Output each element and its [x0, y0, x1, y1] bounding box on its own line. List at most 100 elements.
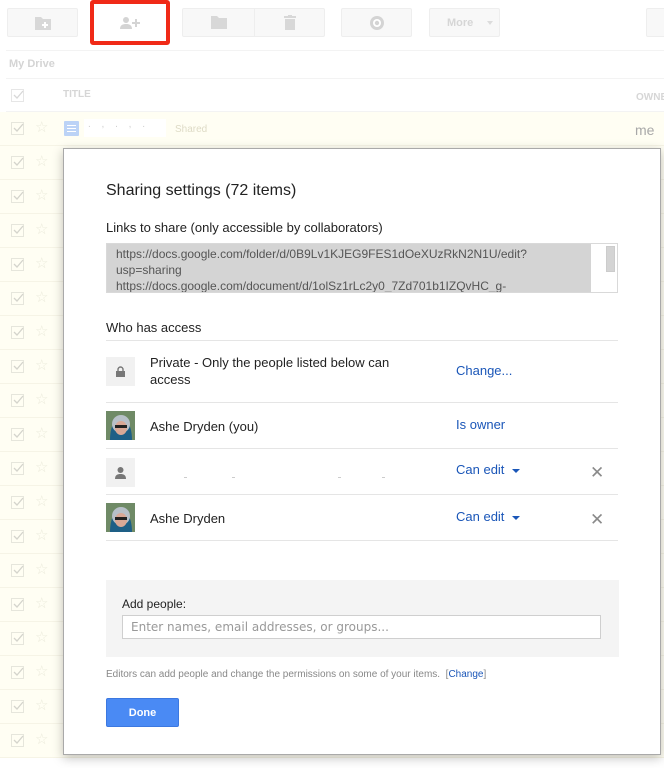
star-icon[interactable]: ☆	[35, 494, 48, 509]
row-checkbox[interactable]	[11, 700, 24, 718]
star-icon[interactable]: ☆	[35, 630, 48, 645]
links-textarea[interactable]: https://docs.google.com/folder/d/0B9Lv1K…	[106, 243, 618, 293]
star-icon[interactable]: ☆	[35, 154, 48, 169]
star-icon[interactable]: ☆	[35, 426, 48, 441]
links-label: Links to share (only accessible by colla…	[106, 220, 383, 235]
editor-permissions-hint: Editors can add people and change the pe…	[106, 669, 487, 680]
permission-label: Can edit	[456, 509, 505, 524]
access-row-person: Can edit ✕	[106, 449, 618, 495]
preview-button[interactable]	[341, 8, 412, 37]
star-icon[interactable]: ☆	[35, 256, 48, 271]
hint-text: Editors can add people and change the pe…	[106, 669, 441, 680]
star-icon[interactable]: ☆	[35, 664, 48, 679]
caret-down-icon	[512, 515, 521, 520]
more-label: More	[447, 16, 474, 29]
access-row-person: Ashe Dryden (you) Is owner	[106, 403, 618, 449]
row-checkbox[interactable]	[11, 224, 24, 242]
star-icon[interactable]: ☆	[35, 324, 48, 339]
file-row[interactable]: ☆ . , . , . Shared me	[0, 112, 664, 146]
drive-toolbar: More	[0, 0, 664, 50]
trash-icon	[283, 15, 296, 30]
row-checkbox[interactable]	[11, 156, 24, 174]
row-checkbox[interactable]	[11, 258, 24, 276]
select-all-checkbox[interactable]	[11, 89, 24, 107]
permission-label: Can edit	[456, 462, 505, 477]
row-checkbox[interactable]	[11, 462, 24, 480]
star-icon[interactable]: ☆	[35, 460, 48, 475]
star-icon[interactable]: ☆	[35, 698, 48, 713]
change-visibility-link[interactable]: Change...	[456, 363, 512, 378]
add-people-label: Add people:	[122, 597, 187, 611]
row-checkbox[interactable]	[11, 326, 24, 344]
visibility-text: Private - Only the people listed below c…	[150, 355, 390, 387]
avatar	[106, 411, 135, 440]
row-checkbox[interactable]	[11, 428, 24, 446]
dialog-title: Sharing settings (72 items)	[106, 182, 297, 199]
star-icon[interactable]: ☆	[35, 732, 48, 747]
file-name[interactable]: . , . , .	[84, 119, 166, 137]
share-button[interactable]	[94, 4, 166, 41]
person-add-icon	[120, 16, 140, 29]
document-icon	[64, 121, 79, 136]
permission-dropdown[interactable]: Can edit	[456, 462, 521, 477]
toolbar-right-button[interactable]	[646, 8, 664, 37]
role-label: Is owner	[456, 417, 506, 432]
column-header-owner[interactable]: OWNE	[636, 92, 664, 103]
eye-icon	[369, 15, 384, 30]
row-checkbox[interactable]	[11, 666, 24, 684]
person-icon-box	[106, 458, 135, 487]
owner-cell: me	[635, 122, 655, 138]
remove-person-button[interactable]: ✕	[590, 464, 604, 481]
star-icon[interactable]: ☆	[35, 358, 48, 373]
redacted-email	[150, 477, 450, 478]
toolbar-divider	[6, 50, 664, 51]
permission-dropdown[interactable]: Can edit	[456, 509, 521, 524]
links-text[interactable]: https://docs.google.com/folder/d/0B9Lv1K…	[107, 244, 591, 292]
row-checkbox[interactable]	[11, 734, 24, 752]
row-checkbox[interactable]	[11, 190, 24, 208]
row-checkbox[interactable]	[11, 360, 24, 378]
add-people-input[interactable]	[122, 615, 601, 639]
star-icon[interactable]: ☆	[35, 188, 48, 203]
row-checkbox[interactable]	[11, 122, 24, 140]
remove-button[interactable]	[254, 8, 325, 37]
row-checkbox[interactable]	[11, 496, 24, 514]
star-icon[interactable]: ☆	[35, 392, 48, 407]
shared-tag: Shared	[175, 124, 208, 135]
folder-plus-icon	[34, 16, 51, 30]
star-icon[interactable]: ☆	[35, 562, 48, 577]
row-checkbox[interactable]	[11, 530, 24, 548]
star-icon[interactable]: ☆	[35, 596, 48, 611]
new-folder-button[interactable]	[7, 8, 78, 37]
star-icon[interactable]: ☆	[35, 528, 48, 543]
row-checkbox[interactable]	[11, 292, 24, 310]
move-to-folder-button[interactable]	[182, 8, 254, 37]
avatar	[106, 503, 135, 532]
person-name: Ashe Dryden (you)	[150, 419, 259, 434]
person-icon	[115, 466, 126, 479]
star-icon[interactable]: ☆	[35, 290, 48, 305]
access-row-person: Ashe Dryden Can edit ✕	[106, 495, 618, 541]
star-icon[interactable]: ☆	[35, 120, 48, 135]
folder-icon	[210, 16, 227, 29]
caret-down-icon	[512, 468, 521, 473]
column-header-title[interactable]: TITLE	[63, 89, 91, 100]
more-button[interactable]: More	[429, 8, 500, 37]
person-name: Ashe Dryden	[150, 511, 226, 526]
row-checkbox[interactable]	[11, 632, 24, 650]
done-button[interactable]: Done	[106, 698, 179, 727]
sharing-settings-dialog: Sharing settings (72 items) Links to sha…	[63, 148, 661, 755]
breadcrumb[interactable]: My Drive	[9, 58, 55, 70]
links-scrollbar[interactable]	[606, 246, 615, 272]
breadcrumb-divider	[6, 78, 664, 79]
share-button-highlight	[90, 0, 170, 45]
star-icon[interactable]: ☆	[35, 222, 48, 237]
remove-person-button[interactable]: ✕	[590, 511, 604, 528]
row-checkbox[interactable]	[11, 598, 24, 616]
add-people-panel: Add people:	[106, 580, 619, 657]
caret-down-icon	[487, 20, 494, 25]
change-editor-permissions-link[interactable]: Change	[448, 669, 483, 680]
row-checkbox[interactable]	[11, 394, 24, 412]
row-checkbox[interactable]	[11, 564, 24, 582]
who-has-access-label: Who has access	[106, 320, 202, 335]
